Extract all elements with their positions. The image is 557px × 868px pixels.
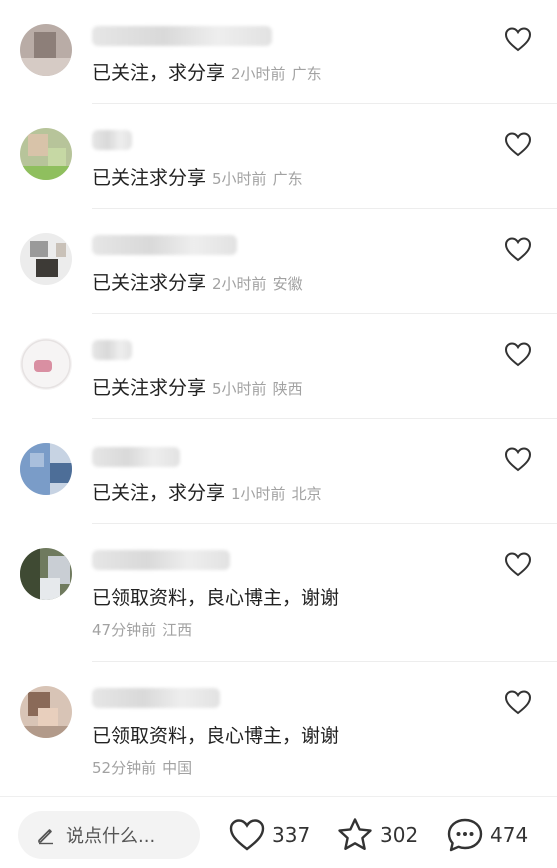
bottom-action-bar: 说点什么... 337 302 474 [0,796,557,868]
divider [92,418,557,419]
comment-text-line: 已关注求分享 5小时前 陕西 [92,373,303,400]
heart-icon [504,690,532,715]
avatar[interactable] [20,338,72,390]
like-count: 337 [272,823,311,847]
like-button[interactable] [504,131,532,157]
comment-location: 广东 [272,170,303,188]
comment-meta: 47分钟前 江西 [92,619,192,640]
comment-input[interactable]: 说点什么... [18,811,200,859]
comment-text: 已关注求分享 [92,167,207,189]
like-button[interactable] [504,446,532,472]
like-button[interactable] [504,26,532,52]
comment-text: 已关注，求分享 [92,482,226,504]
like-button[interactable] [504,236,532,262]
username-blurred[interactable] [92,688,220,708]
avatar[interactable] [20,128,72,180]
username-blurred[interactable] [92,550,230,570]
username-blurred[interactable] [92,447,180,467]
comment-text: 已领取资料，良心博主，谢谢 [92,587,340,609]
comment-time: 1小时前 [231,485,286,503]
divider [92,103,557,104]
heart-icon [229,819,265,851]
like-action-button[interactable]: 337 [228,815,310,855]
comment-time: 2小时前 [231,65,286,83]
heart-icon [504,447,532,472]
avatar[interactable] [20,233,72,285]
comment-action-button[interactable]: 474 [446,815,528,855]
comment-location: 北京 [291,485,322,503]
username-blurred[interactable] [92,26,272,46]
comment-text: 已关注求分享 [92,377,207,399]
avatar[interactable] [20,443,72,495]
star-icon [338,818,372,850]
avatar[interactable] [20,548,72,600]
heart-icon [504,552,532,577]
comment-meta: 52分钟前 中国 [92,757,192,778]
comment-text-line: 已领取资料，良心博主，谢谢 [92,721,339,748]
comment-location: 中国 [162,759,193,777]
comment-text-line: 已关注，求分享 1小时前 北京 [92,478,322,505]
heart-icon [504,237,532,262]
like-button[interactable] [504,551,532,577]
favorite-count: 302 [380,823,419,847]
divider [92,208,557,209]
avatar[interactable] [20,686,72,738]
comment-location: 安徽 [272,275,303,293]
heart-icon [504,342,532,367]
comment-time: 2小时前 [212,275,267,293]
heart-icon [504,27,532,52]
comment-time: 52分钟前 [92,759,157,777]
comment-time: 5小时前 [212,170,267,188]
username-blurred[interactable] [92,130,132,150]
comment-input-placeholder: 说点什么... [66,826,156,847]
divider [92,313,557,314]
comment-text: 已领取资料，良心博主，谢谢 [92,725,340,747]
username-blurred[interactable] [92,235,237,255]
pencil-icon [38,829,53,845]
comment-count: 474 [490,823,529,847]
username-blurred[interactable] [92,340,132,360]
comment-location: 江西 [162,621,193,639]
like-button[interactable] [504,689,532,715]
comment-text: 已关注求分享 [92,272,207,294]
comment-location: 广东 [291,65,322,83]
comment-time: 5小时前 [212,380,267,398]
divider [92,661,557,662]
avatar[interactable] [20,24,72,76]
chat-bubble-icon [447,818,483,852]
comment-text-line: 已领取资料，良心博主，谢谢 [92,583,339,610]
divider [92,523,557,524]
favorite-action-button[interactable]: 302 [336,815,418,855]
comment-text-line: 已关注求分享 2小时前 安徽 [92,268,303,295]
comment-location: 陕西 [272,380,303,398]
comment-page: 已关注，求分享 2小时前 广东 已关注求分享 5小时前 广东 已关注求分享 2小时前 安徽 [0,0,557,868]
comment-time: 47分钟前 [92,621,157,639]
heart-icon [504,132,532,157]
comment-text: 已关注，求分享 [92,62,226,84]
like-button[interactable] [504,341,532,367]
comment-text-line: 已关注，求分享 2小时前 广东 [92,58,322,85]
comment-text-line: 已关注求分享 5小时前 广东 [92,163,303,190]
